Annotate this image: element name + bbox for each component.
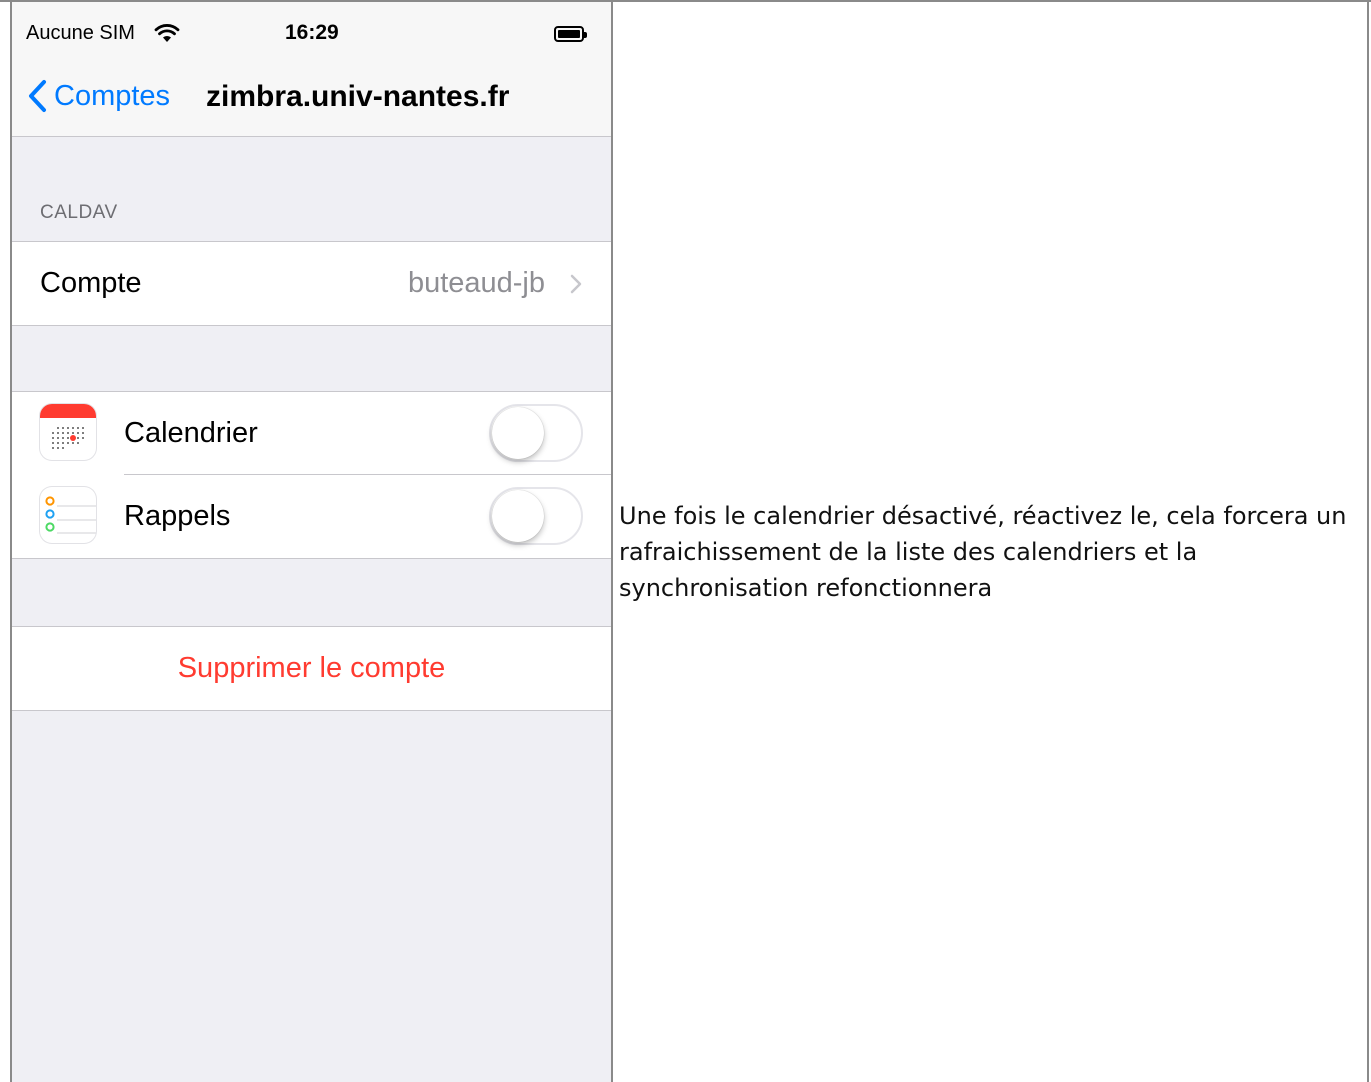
delete-account-button[interactable]: Supprimer le compte	[12, 627, 611, 710]
reminders-app-icon	[40, 487, 96, 543]
reminders-toggle[interactable]	[489, 487, 583, 545]
carrier-label: Aucune SIM	[26, 22, 135, 44]
back-button-label: Comptes	[54, 79, 171, 112]
account-value: buteaud-jb	[407, 267, 545, 299]
page-title: zimbra.univ-nantes.fr	[206, 80, 510, 113]
section-header-caldav: CALDAV	[40, 202, 118, 223]
iphone-screenshot-cell: Aucune SIM 16:29 Comptes zimbra.univ-nan…	[10, 2, 613, 1082]
chevron-left-icon	[29, 80, 46, 112]
service-row-reminders: Rappels	[12, 475, 611, 558]
documentation-table: Aucune SIM 16:29 Comptes zimbra.univ-nan…	[0, 0, 1371, 1082]
explanation-text: Une fois le calendrier désactivé, réacti…	[619, 502, 1347, 602]
wifi-icon	[154, 24, 180, 42]
explanation-cell: Une fois le calendrier désactivé, réacti…	[615, 2, 1369, 1082]
services-group: Calendrier Rappels	[12, 391, 611, 559]
account-group: Compte buteaud-jb	[12, 241, 611, 326]
service-label-calendar: Calendrier	[124, 417, 258, 449]
toggle-knob	[492, 490, 544, 542]
calendar-toggle[interactable]	[489, 404, 583, 462]
service-label-reminders: Rappels	[124, 500, 231, 532]
navigation-bar: Comptes zimbra.univ-nantes.fr	[12, 50, 611, 137]
status-bar: Aucune SIM 16:29	[12, 2, 611, 50]
toggle-knob	[492, 407, 544, 459]
account-row[interactable]: Compte buteaud-jb	[12, 242, 611, 325]
account-label: Compte	[40, 267, 142, 299]
clock-time: 16:29	[285, 21, 339, 44]
delete-account-label: Supprimer le compte	[177, 652, 446, 684]
battery-icon	[554, 26, 587, 42]
back-button[interactable]: Comptes	[26, 76, 170, 116]
chevron-right-icon	[570, 274, 582, 294]
delete-group: Supprimer le compte	[12, 626, 611, 711]
calendar-app-icon	[40, 404, 96, 460]
service-row-calendar: Calendrier	[12, 392, 611, 475]
